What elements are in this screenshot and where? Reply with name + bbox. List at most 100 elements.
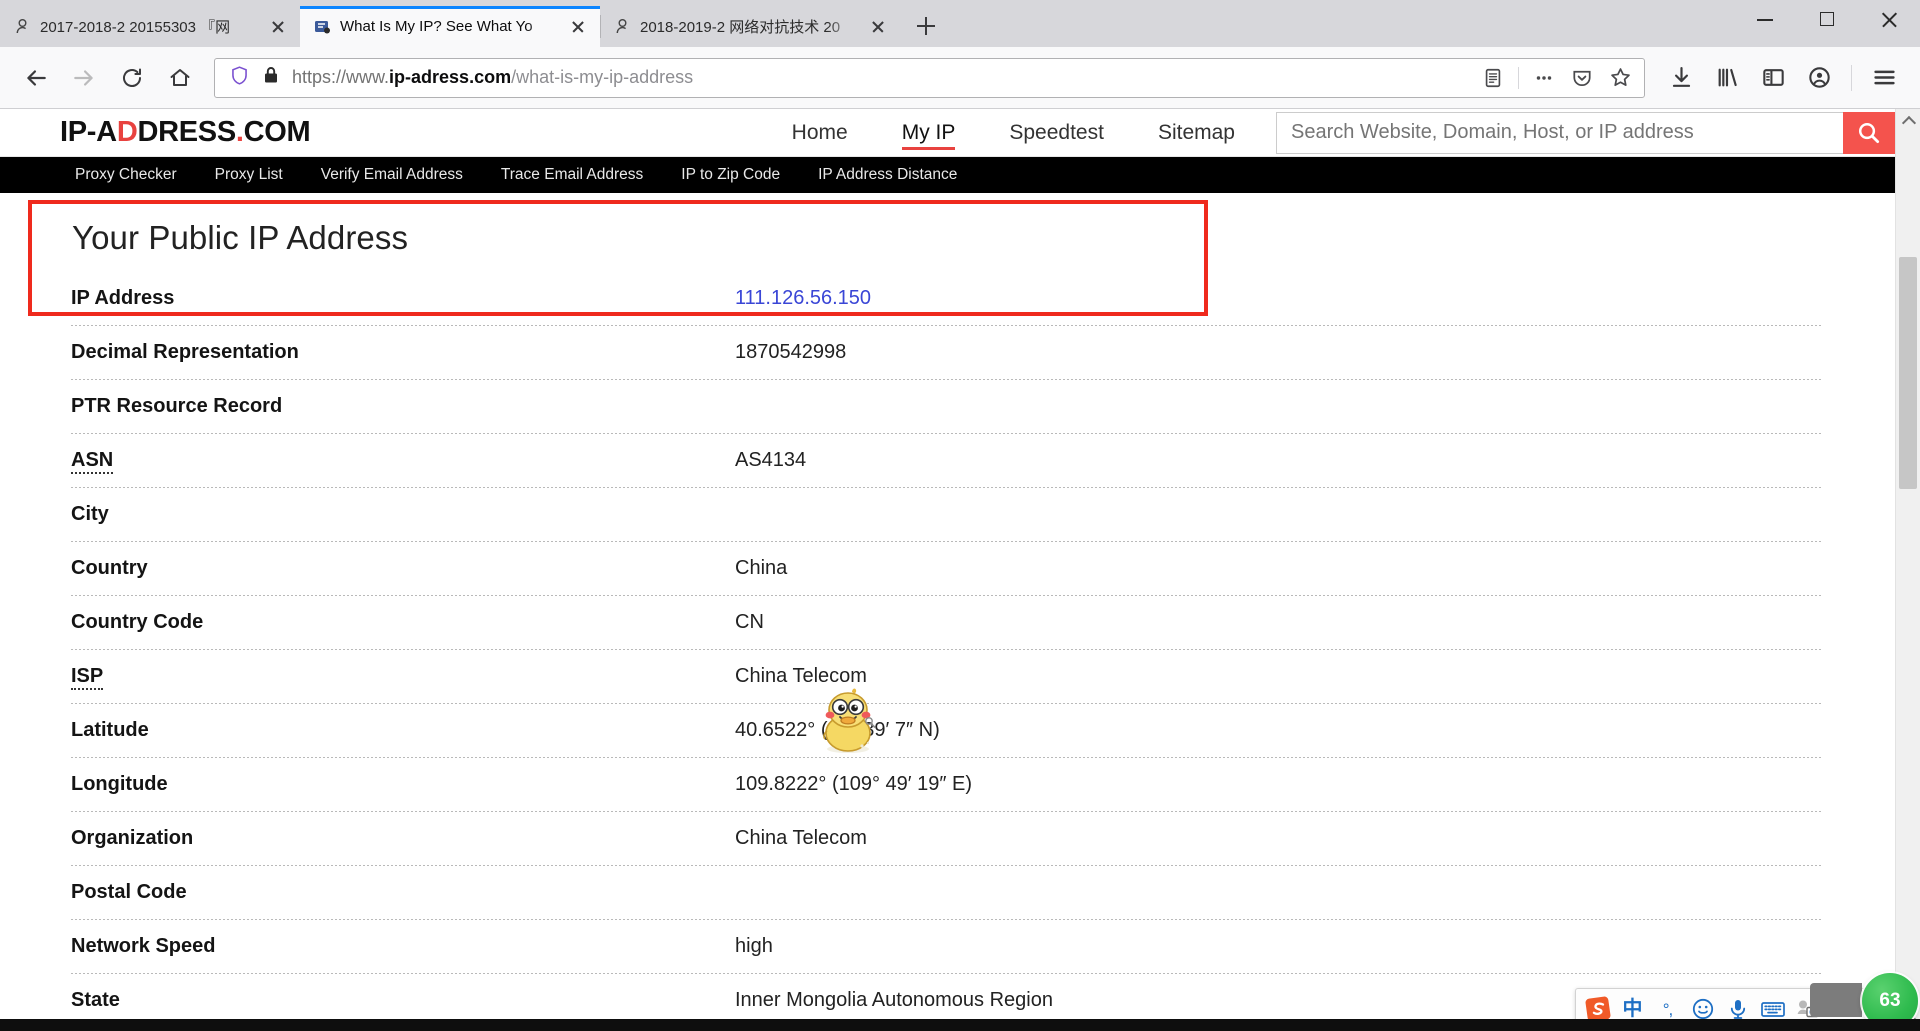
navigation-toolbar: https://www.ip-adress.com/what-is-my-ip-… (0, 47, 1920, 109)
downloads-icon[interactable] (1659, 56, 1703, 100)
ellipsis-icon[interactable] (1526, 61, 1562, 95)
ip-address-link[interactable]: 111.126.56.150 (735, 287, 871, 309)
person-icon (14, 18, 31, 35)
divider (1851, 64, 1852, 91)
close-icon[interactable] (566, 15, 590, 39)
secondary-navigation: Proxy Checker Proxy List Verify Email Ad… (0, 157, 1895, 193)
sidebar-icon[interactable] (1751, 56, 1795, 100)
subnav-item-verify-email-address[interactable]: Verify Email Address (302, 166, 482, 184)
row-value: high (735, 935, 773, 957)
scrollbar-thumb[interactable] (1899, 257, 1917, 489)
table-row: Country China (0, 542, 1895, 595)
reader-view-icon[interactable] (1475, 61, 1511, 95)
row-value: China Telecom (735, 665, 867, 687)
back-icon[interactable] (14, 56, 58, 100)
row-label: ISP (0, 650, 735, 703)
table-row: ASN AS4134 (0, 434, 1895, 487)
tab-title: 2018-2019-2 网络对抗技术 20 (640, 19, 841, 36)
close-icon[interactable] (266, 15, 290, 39)
reload-icon[interactable] (110, 56, 154, 100)
nav-item-my-ip[interactable]: My IP (875, 113, 983, 153)
row-value: China Telecom (735, 827, 867, 849)
table-row: PTR Resource Record (0, 380, 1895, 433)
url-path: /what-is-my-ip-address (511, 67, 694, 87)
nav-item-home[interactable]: Home (765, 113, 875, 153)
toolbar-right-buttons (1659, 56, 1906, 100)
row-label: ASN (0, 434, 735, 487)
table-row: Network Speed high (0, 920, 1895, 973)
url-bar-actions (1475, 61, 1638, 95)
table-row: Longitude 109.8222° (109° 49′ 19″ E) (0, 758, 1895, 811)
page-title: Your Public IP Address (72, 219, 409, 256)
row-value: AS4134 (735, 449, 807, 471)
library-icon[interactable] (1705, 56, 1749, 100)
hamburger-menu-icon[interactable] (1862, 56, 1906, 100)
url-bar[interactable]: https://www.ip-adress.com/what-is-my-ip-… (214, 57, 1645, 98)
url-text[interactable]: https://www.ip-adress.com/what-is-my-ip-… (292, 67, 1463, 88)
row-label: City (71, 503, 109, 525)
maximize-button[interactable] (1796, 0, 1858, 38)
browser-tab-1[interactable]: 2017-2018-2 20155303 『网 (0, 6, 300, 47)
browser-window: 2017-2018-2 20155303 『网 What Is My IP? S… (0, 0, 1920, 1031)
home-icon[interactable] (158, 56, 202, 100)
account-icon[interactable] (1797, 56, 1841, 100)
row-value: China (735, 557, 788, 579)
table-row: Organization China Telecom (0, 812, 1895, 865)
nav-item-speedtest[interactable]: Speedtest (982, 113, 1131, 153)
row-value: 109.8222° (109° 49′ 19″ E) (735, 773, 972, 795)
ip-details-table: IP Address 111.126.56.150 Decimal Repres… (0, 272, 1895, 1027)
row-label: Postal Code (71, 881, 187, 903)
search-input[interactable] (1276, 111, 1843, 154)
new-tab-button[interactable] (906, 6, 946, 46)
close-window-button[interactable] (1858, 0, 1920, 38)
row-label: IP Address (71, 287, 175, 309)
browser-tab-3[interactable]: 2018-2019-2 网络对抗技术 20 (600, 6, 900, 47)
search-icon (1858, 122, 1880, 143)
window-controls (1734, 0, 1920, 47)
browser-tab-2[interactable]: What Is My IP? See What Yo (300, 6, 600, 47)
table-row: Decimal Representation 1870542998 (0, 326, 1895, 379)
table-row: City (0, 488, 1895, 541)
row-value: CN (735, 611, 764, 633)
url-domain: ip-adress.com (389, 67, 512, 87)
subnav-item-proxy-checker[interactable]: Proxy Checker (56, 166, 196, 184)
row-label: PTR Resource Record (71, 395, 283, 417)
subnav-item-ip-to-zip-code[interactable]: IP to Zip Code (662, 166, 799, 184)
abbr-isp[interactable]: ISP (71, 665, 104, 690)
subnav-item-proxy-list[interactable]: Proxy List (196, 166, 302, 184)
abbr-asn[interactable]: ASN (71, 449, 114, 474)
divider (1518, 66, 1519, 89)
site-search (1276, 111, 1895, 154)
page-viewport: IP-ADDRESS.COM Home My IP Speedtest Site… (0, 109, 1920, 1031)
row-label: Organization (71, 827, 194, 849)
padlock-icon[interactable] (262, 65, 280, 90)
search-button[interactable] (1843, 111, 1895, 154)
site-header: IP-ADDRESS.COM Home My IP Speedtest Site… (0, 109, 1895, 157)
subnav-item-trace-email-address[interactable]: Trace Email Address (482, 166, 662, 184)
page-scrollbar[interactable] (1895, 109, 1920, 1031)
forward-icon (62, 56, 106, 100)
row-label: Decimal Representation (71, 341, 299, 363)
tracking-protection-shield-icon[interactable] (229, 65, 250, 91)
row-value: 1870542998 (735, 341, 847, 363)
minimize-button[interactable] (1734, 0, 1796, 38)
os-taskbar (0, 1019, 1920, 1031)
duck-sticker (812, 683, 884, 757)
tab-title: 2017-2018-2 20155303 『网 (40, 19, 231, 36)
row-value: 40.6522° (40° 39′ 7″ N) (735, 719, 940, 741)
row-value (735, 380, 1895, 433)
close-icon[interactable] (866, 15, 890, 39)
page-content: Your Public IP Address IP Address 111.12… (0, 193, 1895, 1027)
chevron-up-icon[interactable] (1896, 109, 1920, 133)
widget-drawer-handle[interactable] (1810, 983, 1862, 1017)
table-row: Country Code CN (0, 596, 1895, 649)
site-logo[interactable]: IP-ADDRESS.COM (60, 116, 311, 149)
pocket-icon[interactable] (1564, 61, 1600, 95)
table-row: Postal Code (0, 866, 1895, 919)
table-row: IP Address 111.126.56.150 (0, 272, 1895, 325)
table-row: ISP China Telecom (0, 650, 1895, 703)
star-icon[interactable] (1602, 61, 1638, 95)
subnav-item-ip-address-distance[interactable]: IP Address Distance (799, 166, 976, 184)
row-label: Country (71, 557, 148, 579)
nav-item-sitemap[interactable]: Sitemap (1131, 113, 1262, 153)
